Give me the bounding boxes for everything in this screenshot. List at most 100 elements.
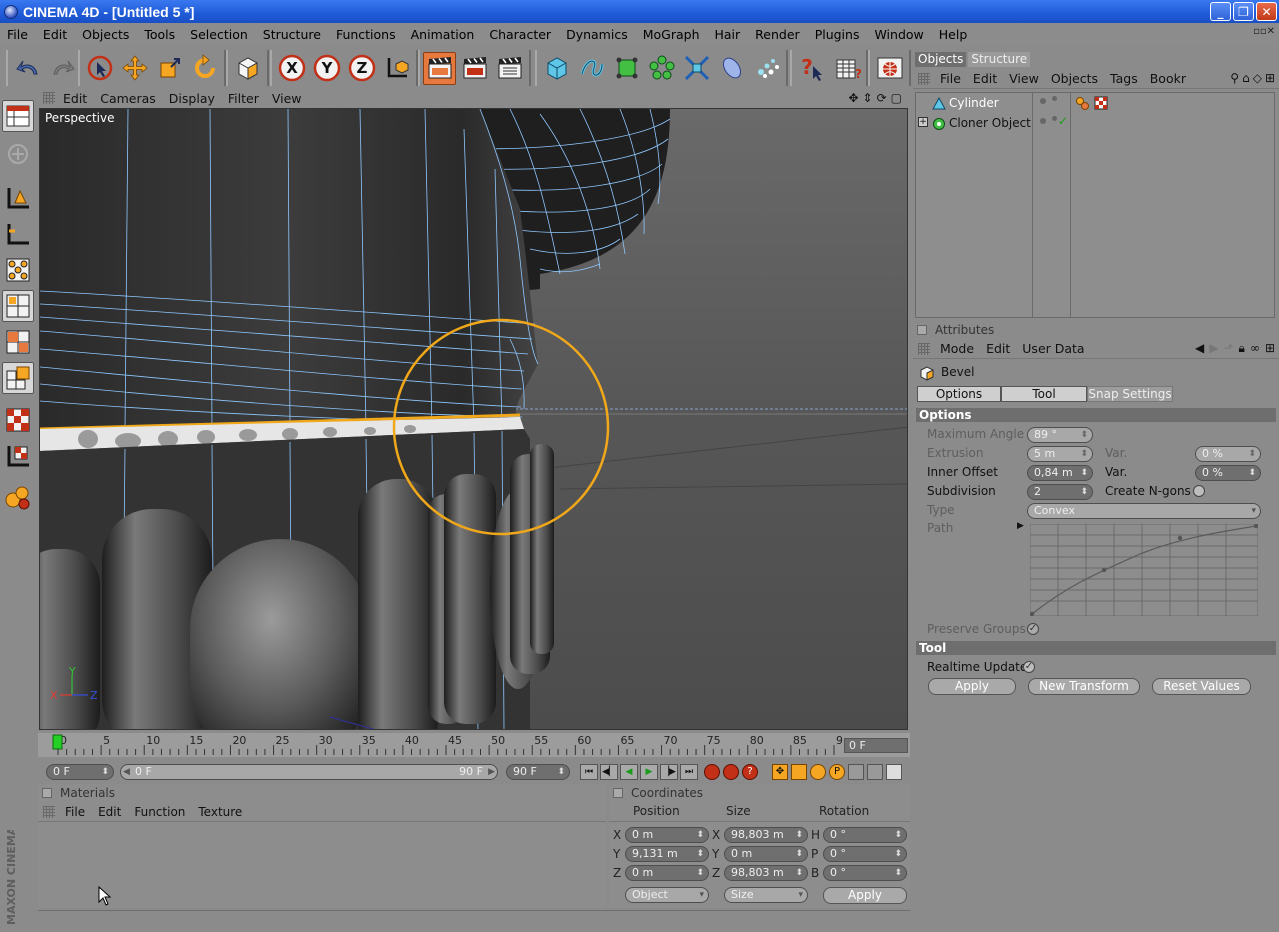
spline-icon[interactable] xyxy=(575,52,608,85)
materials-grip-icon[interactable] xyxy=(43,805,55,818)
move-icon[interactable] xyxy=(118,52,151,85)
tab-snap-settings[interactable]: Snap Settings xyxy=(1087,386,1173,402)
render-picture-viewer-icon[interactable] xyxy=(458,52,491,85)
phong-tag-icon[interactable] xyxy=(1076,96,1090,110)
materials-menu-function[interactable]: Function xyxy=(134,805,185,819)
motion-path-icon[interactable] xyxy=(867,764,883,780)
menu-plugins[interactable]: Plugins xyxy=(808,27,868,42)
close-button[interactable]: ✕ xyxy=(1256,2,1277,21)
size-x-field[interactable]: 98,803 m ⬍ xyxy=(724,827,808,843)
rotate-icon[interactable] xyxy=(188,52,221,85)
menu-selection[interactable]: Selection xyxy=(183,27,256,42)
pos-z-field[interactable]: 0 m ⬍ xyxy=(625,865,709,881)
viewport-menu-cameras[interactable]: Cameras xyxy=(100,91,156,106)
max-angle-field[interactable]: 89 ° ⬍ xyxy=(1027,427,1093,443)
z-axis-lock-icon[interactable]: Z xyxy=(345,52,378,85)
attributes-up-icon[interactable]: ⬏ xyxy=(1224,341,1234,356)
menu-animation[interactable]: Animation xyxy=(404,27,483,42)
restore-button[interactable]: ❐ xyxy=(1233,2,1254,21)
undo-icon[interactable] xyxy=(11,52,44,85)
texture-tool-icon[interactable] xyxy=(2,254,34,286)
key-scale-icon[interactable] xyxy=(791,764,807,780)
menu-structure[interactable]: Structure xyxy=(256,27,329,42)
texture-tag-icon[interactable] xyxy=(1094,96,1108,110)
attributes-menu-mode[interactable]: Mode xyxy=(940,341,974,356)
start-frame-field[interactable]: 0 F ⬍ xyxy=(46,764,114,780)
mdi-controls-icon[interactable]: ▫▫✕ xyxy=(1253,26,1275,37)
object-coordinates-icon[interactable] xyxy=(231,52,264,85)
scene-object-icon[interactable] xyxy=(715,52,748,85)
attributes-new-icon[interactable]: ⊞ xyxy=(1265,341,1275,356)
coordinates-apply-button[interactable]: Apply xyxy=(823,887,907,904)
pos-x-field[interactable]: 0 m ⬍ xyxy=(625,827,709,843)
viewport-toggle-icon[interactable]: ▢ xyxy=(891,91,902,105)
menu-dynamics[interactable]: Dynamics xyxy=(559,27,636,42)
menu-tools[interactable]: Tools xyxy=(137,27,183,42)
autokey-icon[interactable] xyxy=(723,764,739,780)
range-left-arrow-icon[interactable]: ◀ xyxy=(123,765,130,779)
render-view-icon[interactable] xyxy=(423,51,456,85)
record-keys-icon[interactable] xyxy=(704,764,720,780)
menu-functions[interactable]: Functions xyxy=(329,27,404,42)
perspective-viewport[interactable]: Y X Z Perspective xyxy=(39,108,908,730)
y-axis-lock-icon[interactable]: Y xyxy=(310,52,343,85)
path-expand-icon[interactable]: ▶ xyxy=(1017,521,1024,531)
menu-file[interactable]: File xyxy=(0,27,36,42)
menu-window[interactable]: Window xyxy=(867,27,931,42)
editor-visibility-dot[interactable] xyxy=(1040,118,1046,124)
extrusion-var-field[interactable]: 0 % ⬍ xyxy=(1195,446,1261,462)
array-modeling-icon[interactable] xyxy=(645,52,678,85)
help-icon[interactable]: ? xyxy=(795,52,828,85)
rot-p-field[interactable]: 0 ° ⬍ xyxy=(823,846,907,862)
viewport-menu-edit[interactable]: Edit xyxy=(63,91,87,106)
objects-menu-file[interactable]: File xyxy=(940,71,961,86)
objects-menu-view[interactable]: View xyxy=(1009,71,1039,86)
materials-panel-toggle[interactable] xyxy=(42,788,52,798)
inner-offset-field[interactable]: 0,84 m ⬍ xyxy=(1027,465,1093,481)
tab-tool[interactable]: Tool xyxy=(1001,386,1087,402)
attributes-panel-toggle[interactable] xyxy=(917,325,927,335)
x-axis-lock-icon[interactable]: X xyxy=(275,52,308,85)
minimize-button[interactable]: _ xyxy=(1210,2,1231,21)
attributes-back-icon[interactable]: ◀ xyxy=(1195,341,1204,356)
nurbs-icon[interactable] xyxy=(610,52,643,85)
subdivision-field[interactable]: 2 ⬍ xyxy=(1027,484,1093,500)
size-z-field[interactable]: 98,803 m ⬍ xyxy=(724,865,808,881)
menu-help[interactable]: Help xyxy=(932,27,976,42)
objects-search-icon[interactable]: ⚲ xyxy=(1230,71,1239,85)
end-frame-field[interactable]: 90 F ⬍ xyxy=(506,764,570,780)
objects-view-icon[interactable]: ◇ xyxy=(1253,71,1262,85)
play-backward-icon[interactable]: ◀ xyxy=(620,764,638,780)
editor-visibility-dot[interactable] xyxy=(1040,98,1046,104)
preserve-groups-checkbox[interactable]: ✓ xyxy=(1027,623,1039,635)
uv-polygons-icon[interactable] xyxy=(2,440,34,472)
viewport-menu-view[interactable]: View xyxy=(272,91,302,106)
next-frame-icon[interactable]: ▕▶ xyxy=(660,764,678,780)
render-settings-icon[interactable] xyxy=(493,52,526,85)
live-selection-icon[interactable] xyxy=(83,52,116,85)
animation-mode-icon[interactable] xyxy=(2,482,34,514)
timeline-window-icon[interactable] xyxy=(886,764,902,780)
viewport-menu-display[interactable]: Display xyxy=(169,91,215,106)
cube-primitive-icon[interactable] xyxy=(540,52,573,85)
viewport-zoom-icon[interactable]: ⇕ xyxy=(863,91,873,105)
size-mode-dropdown[interactable]: Size ▾ xyxy=(724,887,808,903)
viewport-menu-filter[interactable]: Filter xyxy=(228,91,259,106)
object-row-cylinder[interactable]: Cylinder xyxy=(916,94,1276,113)
uv-points-icon[interactable] xyxy=(2,404,34,436)
object-tool-icon[interactable] xyxy=(2,218,34,250)
render-visibility-dot[interactable] xyxy=(1052,116,1057,121)
model-tool-icon[interactable] xyxy=(2,182,34,214)
key-position-icon[interactable]: ✥ xyxy=(772,764,788,780)
new-transform-button[interactable]: New Transform xyxy=(1028,678,1140,695)
coordinate-mode-dropdown[interactable]: Object ▾ xyxy=(625,887,709,903)
world-coordinates-icon[interactable] xyxy=(380,52,413,85)
realtime-update-checkbox[interactable]: ✓ xyxy=(1023,661,1035,673)
materials-menu-file[interactable]: File xyxy=(65,805,85,819)
objects-menu-tags[interactable]: Tags xyxy=(1110,71,1138,86)
viewport-rotate-icon[interactable]: ⟳ xyxy=(877,91,887,105)
tab-options[interactable]: Options xyxy=(917,386,1001,402)
key-parameter-icon[interactable]: P xyxy=(829,764,845,780)
layout-icon[interactable] xyxy=(2,100,34,132)
objects-menu-edit[interactable]: Edit xyxy=(973,71,997,86)
